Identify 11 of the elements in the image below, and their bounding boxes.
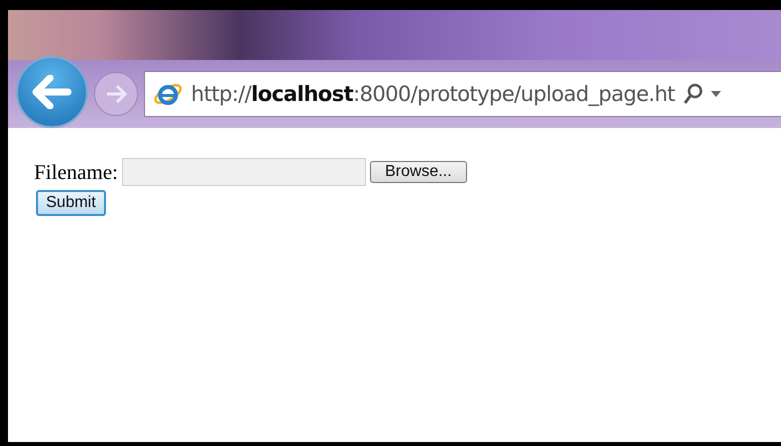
forward-button[interactable] — [94, 72, 138, 116]
address-bar[interactable]: http://localhost:8000/prototype/upload_page.ht — [144, 71, 781, 117]
file-path-field[interactable] — [122, 158, 366, 186]
url-text: http://localhost:8000/prototype/upload_page.ht — [191, 82, 675, 106]
search-icon[interactable] — [682, 83, 703, 105]
browse-button[interactable]: Browse... — [370, 161, 467, 183]
dropdown-caret-icon[interactable] — [710, 91, 721, 97]
filename-label: Filename: — [34, 160, 118, 184]
left-arrow-icon — [32, 75, 72, 109]
submit-button[interactable]: Submit — [36, 190, 106, 216]
right-arrow-icon — [104, 84, 128, 104]
